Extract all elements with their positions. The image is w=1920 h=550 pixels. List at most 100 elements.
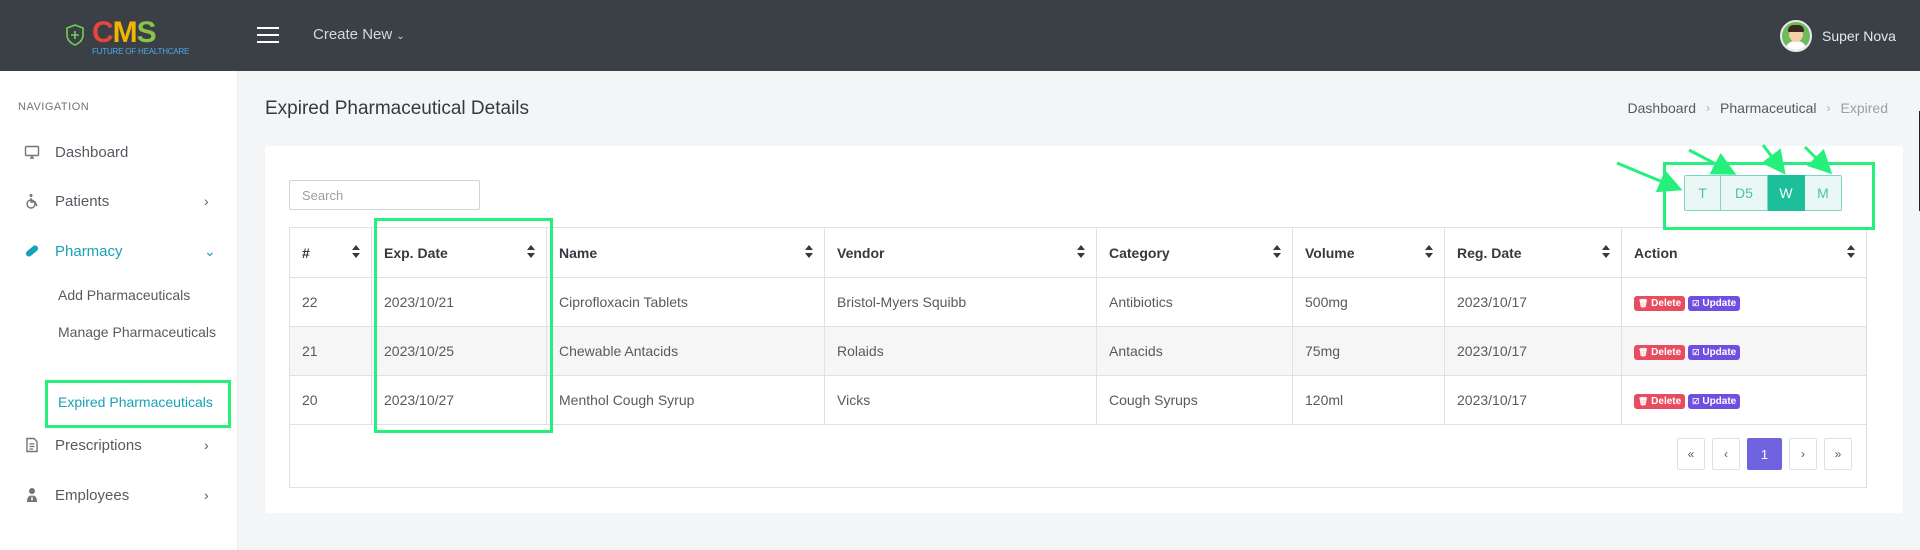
document-icon [26, 437, 38, 453]
table-row: 22 2023/10/21 Ciprofloxacin Tablets Bris… [289, 277, 1867, 327]
user-tie-icon [27, 488, 37, 502]
table-row: 21 2023/10/25 Chewable Antacids Rolaids … [289, 326, 1867, 376]
cell-name: Chewable Antacids [546, 326, 825, 376]
delete-button[interactable]: 🗑 Delete [1634, 394, 1686, 409]
sidebar-item-employees[interactable]: Employees › [0, 477, 238, 513]
cell-volume: 75mg [1292, 326, 1445, 376]
user-menu[interactable]: Super Nova [1780, 20, 1896, 52]
column-header-category[interactable]: Category [1096, 227, 1293, 278]
top-bar: CMS FUTURE OF HEALTHCARE Create New ⌄ Sup… [0, 0, 1920, 71]
column-header-reg-date[interactable]: Reg. Date [1444, 227, 1622, 278]
create-new-label: Create New [313, 26, 393, 43]
filter-today-button[interactable]: T [1684, 175, 1721, 211]
user-name: Super Nova [1822, 28, 1896, 44]
breadcrumb-separator-icon: › [1826, 101, 1831, 115]
pharmaceutical-table-card: T D5 W M # Exp. Date Name Vendor Categor… [265, 146, 1903, 513]
cell-reg-date: 2023/10/17 [1444, 375, 1622, 425]
cell-action: 🗑 Delete ☑ Update [1621, 326, 1867, 376]
cell-exp-date: 2023/10/21 [371, 277, 547, 327]
main-content: Expired Pharmaceutical Details Dashboard… [238, 71, 1920, 550]
cell-id: 20 [289, 375, 372, 425]
table-header-row: # Exp. Date Name Vendor Category Volume … [289, 227, 1867, 278]
sidebar-subitem-expired-pharmaceuticals[interactable]: Expired Pharmaceuticals [58, 394, 213, 410]
pagination-page-button[interactable]: 1 [1747, 438, 1782, 470]
sidebar-item-dashboard[interactable]: Dashboard [0, 134, 238, 170]
app-logo[interactable]: CMS FUTURE OF HEALTHCARE [62, 16, 189, 56]
page-title: Expired Pharmaceutical Details [265, 98, 530, 119]
breadcrumb-current: Expired [1840, 100, 1888, 116]
wheelchair-icon [26, 194, 38, 209]
cell-category: Antacids [1096, 326, 1293, 376]
sort-icon [1847, 245, 1856, 259]
table-row: 20 2023/10/27 Menthol Cough Syrup Vicks … [289, 375, 1867, 425]
sidebar-item-pharmacy[interactable]: Pharmacy ⌄ [0, 233, 238, 269]
sidebar-item-label: Prescriptions [55, 436, 142, 454]
menu-toggle-icon[interactable] [257, 27, 279, 43]
pagination-prev-button[interactable]: ‹ [1712, 438, 1740, 470]
sort-icon [1602, 245, 1611, 259]
column-header-id[interactable]: # [289, 227, 372, 278]
pagination: « ‹ 1 › » [1677, 438, 1852, 470]
cell-exp-date: 2023/10/25 [371, 326, 547, 376]
column-header-name[interactable]: Name [546, 227, 825, 278]
logo-text: CMS [92, 16, 157, 49]
column-header-volume[interactable]: Volume [1292, 227, 1445, 278]
cell-vendor: Bristol-Myers Squibb [824, 277, 1097, 327]
sort-icon [1425, 245, 1434, 259]
sidebar-item-label: Pharmacy [55, 242, 123, 260]
search-input[interactable] [289, 180, 480, 210]
pagination-last-button[interactable]: » [1824, 438, 1852, 470]
shield-icon [66, 24, 84, 46]
sidebar-item-label: Employees [55, 486, 130, 504]
nav-section-title: NAVIGATION [18, 101, 90, 113]
cell-vendor: Vicks [824, 375, 1097, 425]
sidebar-item-patients[interactable]: Patients › [0, 183, 238, 219]
table-footer: « ‹ 1 › » [289, 424, 1867, 488]
cell-exp-date: 2023/10/27 [371, 375, 547, 425]
pagination-first-button[interactable]: « [1677, 438, 1705, 470]
column-header-exp-date[interactable]: Exp. Date [371, 227, 547, 278]
sort-icon [352, 245, 361, 259]
cell-reg-date: 2023/10/17 [1444, 326, 1622, 376]
logo-tagline: FUTURE OF HEALTHCARE [92, 47, 190, 56]
cell-category: Cough Syrups [1096, 375, 1293, 425]
sidebar-item-label: Dashboard [55, 143, 129, 161]
column-header-vendor[interactable]: Vendor [824, 227, 1097, 278]
chevron-right-icon: › [204, 487, 209, 503]
cell-volume: 500mg [1292, 277, 1445, 327]
chevron-right-icon: › [204, 437, 209, 453]
sort-icon [527, 245, 536, 259]
cell-volume: 120ml [1292, 375, 1445, 425]
cell-action: 🗑 Delete ☑ Update [1621, 277, 1867, 327]
cell-id: 22 [289, 277, 372, 327]
sidebar-subitem-manage-pharmaceuticals[interactable]: Manage Pharmaceuticals [58, 324, 216, 340]
trash-icon: 🗑 [1638, 348, 1649, 357]
expired-pharmaceuticals-table: # Exp. Date Name Vendor Category Volume … [289, 227, 1867, 425]
cell-name: Menthol Cough Syrup [546, 375, 825, 425]
create-new-dropdown[interactable]: Create New ⌄ [313, 26, 405, 43]
breadcrumb-pharmaceutical[interactable]: Pharmaceutical [1720, 100, 1817, 116]
filter-week-button[interactable]: W [1768, 175, 1805, 211]
sidebar: NAVIGATION Dashboard Patients › Pharmacy… [0, 71, 238, 550]
sidebar-item-prescriptions[interactable]: Prescriptions › [0, 427, 238, 463]
delete-button[interactable]: 🗑 Delete [1634, 345, 1686, 360]
breadcrumb-separator-icon: › [1706, 101, 1711, 115]
update-button[interactable]: ☑ Update [1688, 296, 1741, 311]
pagination-next-button[interactable]: › [1789, 438, 1817, 470]
sort-icon [1273, 245, 1282, 259]
sidebar-item-label: Patients [55, 192, 110, 210]
update-button[interactable]: ☑ Update [1688, 394, 1741, 409]
filter-month-button[interactable]: M [1805, 175, 1842, 211]
edit-icon: ☑ [1692, 348, 1700, 357]
cell-reg-date: 2023/10/17 [1444, 277, 1622, 327]
cell-id: 21 [289, 326, 372, 376]
delete-button[interactable]: 🗑 Delete [1634, 296, 1686, 311]
chevron-right-icon: › [204, 193, 209, 209]
filter-5-days-button[interactable]: D5 [1721, 175, 1768, 211]
sidebar-subitem-add-pharmaceuticals[interactable]: Add Pharmaceuticals [58, 287, 190, 303]
sort-icon [1077, 245, 1086, 259]
update-button[interactable]: ☑ Update [1688, 345, 1741, 360]
pill-icon [25, 245, 39, 257]
breadcrumb-dashboard[interactable]: Dashboard [1628, 100, 1697, 116]
column-header-action[interactable]: Action [1621, 227, 1867, 278]
